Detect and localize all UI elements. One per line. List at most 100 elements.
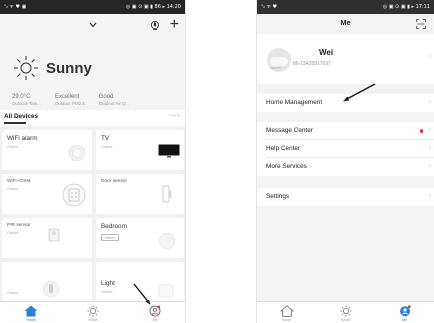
- device-name: Bedroom: [101, 223, 127, 230]
- alarm-panel-icon: [62, 183, 86, 207]
- device-name: PIR sensor: [7, 223, 31, 228]
- menu-message-center[interactable]: Message Center ›: [257, 122, 434, 140]
- device-status: Online: [101, 144, 113, 149]
- device-card-tv[interactable]: TV Online: [96, 130, 184, 170]
- active-tab-indicator: [4, 122, 26, 124]
- bottom-tab-bar: Home Smart Me: [257, 301, 434, 323]
- home-outline-icon: [279, 305, 294, 317]
- tab-home[interactable]: Home: [0, 302, 62, 323]
- menu-more-services[interactable]: More Services ›: [257, 158, 434, 176]
- sun-outline-icon: [340, 305, 351, 317]
- device-status: Online: [7, 144, 19, 149]
- device-status: Online: [7, 290, 19, 295]
- home-screen: ᵒᵢₗ ᯤ ♥ ▣ ◎ ▣ ⊙ ▣ ▮ 86 ▸ 14:20 + Sunny 2…: [0, 0, 186, 323]
- chevron-right-icon: ›: [429, 54, 431, 60]
- bottom-tab-bar: Home Smart Me: [0, 301, 185, 323]
- tab-label: Me: [402, 318, 407, 322]
- device-card-wifi-alarm[interactable]: WiFi alarm Online: [2, 130, 92, 170]
- scan-icon[interactable]: [416, 19, 426, 29]
- device-card-wifi-gsm[interactable]: WiFi+GSM Online: [2, 174, 92, 214]
- voice-assistant-icon[interactable]: [150, 19, 160, 31]
- menu-help-center[interactable]: Help Center ›: [257, 140, 434, 158]
- menu-label: Message Center: [266, 127, 313, 134]
- menu-home-management[interactable]: Home Management ›: [257, 94, 434, 112]
- device-name: TV: [101, 135, 110, 142]
- tab-label: Me: [152, 318, 158, 322]
- stat-label: Outdoor Air Q...: [98, 101, 130, 106]
- menu-settings[interactable]: Settings ›: [257, 188, 434, 206]
- device-status: Online: [101, 289, 113, 294]
- weather-summary: Sunny: [12, 54, 92, 82]
- device-name: Door sensor: [101, 179, 128, 184]
- device-grid: WiFi alarm Online TV Online WiFi+GSM Onl…: [0, 126, 185, 301]
- person-icon: [149, 305, 161, 317]
- status-bar: ᵒᵢₗ ᯤ ♥ ▣ ◎ ▣ ⊙ ▣ ▮ 86 ▸ 14:20: [0, 0, 185, 14]
- device-card-unnamed[interactable]: Online: [2, 262, 92, 301]
- person-active-icon: [399, 305, 411, 317]
- chevron-right-icon: ›: [429, 163, 431, 169]
- sun-outline-icon: [87, 305, 99, 317]
- alarm-device-icon: [68, 144, 86, 162]
- home-header: + Sunny 29.0°C Outdoor Tem... Excellent: [0, 14, 185, 124]
- tab-label: Smart: [340, 318, 351, 322]
- chevron-right-icon: ›: [429, 99, 431, 105]
- tab-smart[interactable]: Smart: [316, 302, 375, 323]
- device-status-badge: Offline: [101, 234, 119, 241]
- stat-pm25: Excellent Outdoor PM2.5: [55, 94, 85, 106]
- more-options-icon[interactable]: ···: [171, 111, 181, 120]
- notification-dot: [419, 129, 423, 133]
- menu-label: More Services: [266, 163, 307, 170]
- weather-stats: 29.0°C Outdoor Tem... Excellent Outdoor …: [12, 94, 129, 106]
- device-card-bedroom[interactable]: Bedroom Offline: [96, 218, 184, 258]
- device-status: Online: [7, 230, 19, 235]
- tab-all-devices[interactable]: All Devices: [4, 113, 38, 120]
- bedroom-device-icon: [158, 232, 176, 250]
- door-sensor-icon: [162, 185, 172, 203]
- menu-label: Home Management: [266, 99, 323, 106]
- sun-icon: [14, 56, 38, 80]
- profile-name: Wei: [319, 48, 334, 57]
- profile-phone: 86-13428917697: [293, 61, 331, 67]
- tv-icon: [158, 144, 180, 158]
- status-right: ◎ ▣ ⊙ ▣ ▮ 86 ▸ 14:20: [125, 4, 181, 10]
- stat-label: Outdoor Tem...: [12, 101, 41, 106]
- tab-smart[interactable]: Smart: [62, 302, 124, 323]
- profile-card[interactable]: PHOTO Wei 86-13428917697 ›: [257, 34, 434, 84]
- tab-label: Home: [281, 318, 292, 322]
- chevron-right-icon: ›: [429, 127, 431, 133]
- home-icon: [24, 305, 38, 317]
- avatar-image: [270, 57, 288, 66]
- device-card-pir-sensor[interactable]: PIR sensor Online: [2, 218, 92, 258]
- stat-air-quality: Good Outdoor Air Q...: [99, 94, 130, 106]
- me-header: Me: [257, 14, 434, 34]
- tab-me[interactable]: Me: [124, 302, 185, 323]
- device-name: WiFi+GSM: [7, 179, 31, 184]
- device-name: WiFi alarm: [7, 135, 38, 142]
- home-selector-chevron-icon[interactable]: [86, 19, 100, 31]
- tab-home[interactable]: Home: [257, 302, 316, 323]
- device-name: Light: [101, 280, 115, 287]
- devices-tab-bar: All Devices ···: [0, 110, 185, 126]
- stat-value: Good: [98, 94, 114, 100]
- tab-label: Smart: [88, 318, 98, 322]
- avatar[interactable]: PHOTO: [267, 48, 291, 72]
- status-bar: ᵒᵢₗ ᯤ ♥ ◎ ▣ ⊙ ▣ ▮ ▸ 17:11: [257, 0, 434, 14]
- device-card-light[interactable]: Light Online: [96, 262, 184, 301]
- avatar-caption: PHOTO: [270, 66, 281, 70]
- stat-temperature: 29.0°C Outdoor Tem...: [12, 94, 41, 106]
- chevron-right-icon: ›: [429, 193, 431, 199]
- page-title: Me: [340, 18, 351, 27]
- stat-value: Excellent: [54, 94, 80, 100]
- light-device-icon: [158, 284, 174, 298]
- menu-label: Settings: [266, 193, 290, 200]
- tab-me[interactable]: Me: [375, 302, 434, 323]
- status-left: ᵒᵢₗ ᯤ ♥: [261, 4, 278, 10]
- tab-label: Home: [26, 318, 36, 322]
- add-device-icon[interactable]: +: [170, 17, 179, 33]
- device-status: Online: [7, 186, 19, 191]
- device-card-door-sensor[interactable]: Door sensor: [96, 174, 184, 214]
- weather-title: Sunny: [46, 59, 92, 77]
- menu-label: Help Center: [266, 145, 301, 152]
- plug-device-icon: [42, 280, 60, 298]
- status-right: ◎ ▣ ⊙ ▣ ▮ ▸ 17:11: [382, 4, 430, 10]
